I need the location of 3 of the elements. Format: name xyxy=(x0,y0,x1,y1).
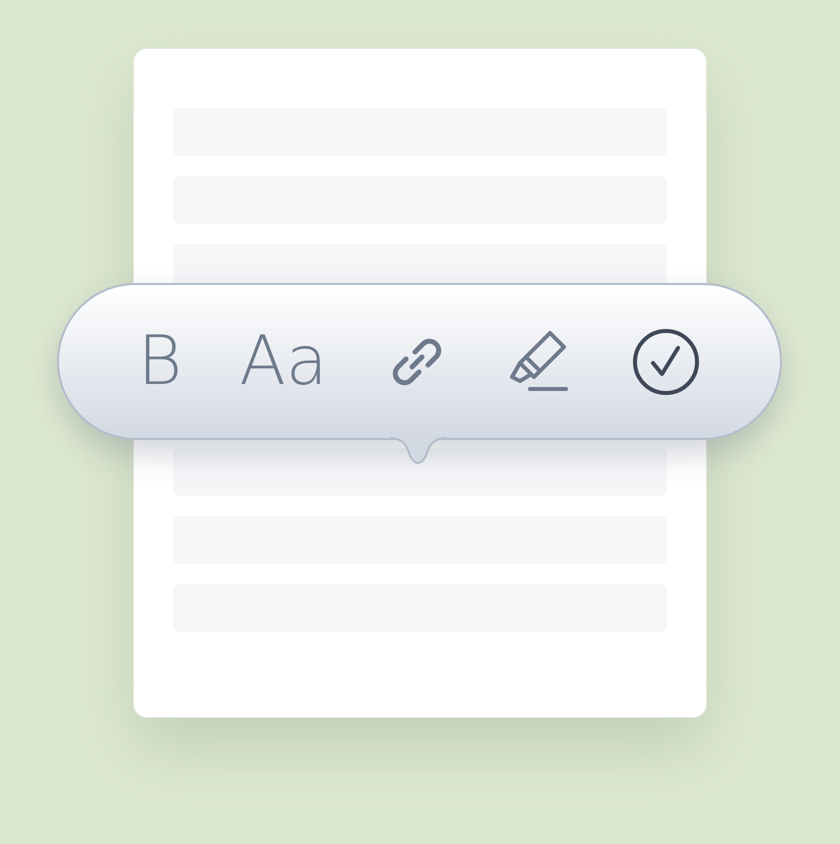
format-button[interactable]: B xyxy=(134,324,186,400)
check-circle-icon xyxy=(631,326,702,396)
format-button[interactable]: Aa xyxy=(235,324,332,400)
